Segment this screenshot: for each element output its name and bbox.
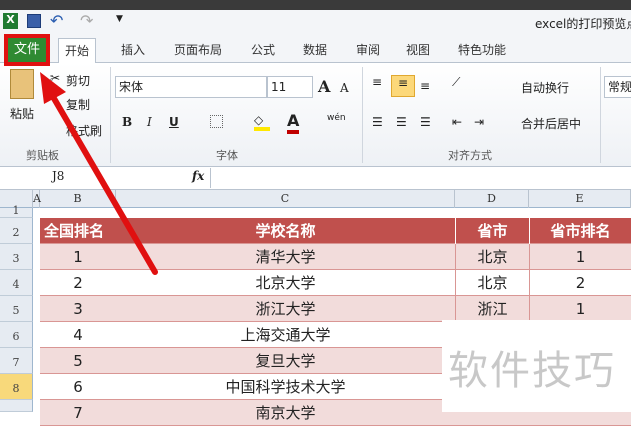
title-bar: X ↶ ↷ ▼ excel的打印预览点 — [0, 10, 631, 34]
font-color-button[interactable]: A — [287, 111, 300, 134]
clipboard-group-label: 剪贴板 — [26, 149, 59, 162]
cell-school[interactable]: 上海交通大学 — [116, 322, 455, 348]
cell-school[interactable]: 复旦大学 — [116, 348, 455, 374]
header-national-rank: 全国排名 — [44, 222, 105, 240]
increase-indent-icon[interactable]: ⇥ — [474, 115, 484, 129]
tab-page-layout[interactable]: 页面布局 — [168, 38, 228, 63]
ribbon: 粘贴 ✂ 剪切 复制 格式刷 剪贴板 宋体 11 A A B I U ◇ A w… — [0, 63, 631, 167]
column-headers: A B C D E — [0, 190, 631, 208]
customize-toolbar-icon[interactable]: ▼ — [116, 14, 123, 24]
phonetic-button[interactable]: wén — [327, 113, 346, 123]
alignment-group-label: 对齐方式 — [448, 149, 492, 162]
table-row[interactable]: 1 清华大学 北京 1 — [40, 244, 631, 270]
border-icon[interactable] — [210, 115, 223, 128]
tab-home[interactable]: 开始 — [58, 38, 97, 63]
font-group-label: 字体 — [216, 149, 238, 162]
font-size-select[interactable]: 11 — [267, 76, 313, 98]
shrink-font-button[interactable]: A — [340, 81, 349, 95]
cell-province-rank[interactable]: 1 — [529, 244, 631, 270]
header-school-name: 学校名称 — [255, 222, 316, 240]
tab-insert[interactable]: 插入 — [115, 38, 151, 63]
paste-icon[interactable] — [10, 69, 34, 99]
cut-icon[interactable]: ✂ — [50, 71, 60, 85]
fill-color-icon[interactable]: ◇ — [254, 113, 270, 131]
column-header-c[interactable]: C — [116, 190, 455, 208]
column-header-b[interactable]: B — [40, 190, 116, 208]
cell-rank[interactable]: 1 — [40, 244, 116, 270]
cell-school[interactable]: 南京大学 — [116, 400, 455, 426]
cell-school[interactable]: 清华大学 — [116, 244, 455, 270]
wrap-text-button[interactable]: 自动换行 — [505, 79, 569, 96]
align-middle-icon[interactable]: ≡ — [391, 75, 415, 97]
cell-rank[interactable]: 3 — [40, 296, 116, 322]
align-center-icon[interactable]: ☰ — [396, 115, 407, 129]
align-top-icon[interactable]: ≡ — [372, 75, 382, 89]
font-name-select[interactable]: 宋体 — [115, 76, 267, 98]
watermark-text: 软件技巧 — [448, 348, 616, 394]
cell-rank[interactable]: 2 — [40, 270, 116, 296]
orientation-icon[interactable]: ⟋ — [452, 75, 460, 90]
merge-center-button[interactable]: 合并后居中 — [505, 115, 581, 132]
cell-rank[interactable]: 7 — [40, 400, 116, 426]
row-header[interactable]: 4 — [0, 270, 33, 296]
table-header-row: 全国排名 学校名称 省市 省市排名 — [40, 218, 631, 244]
grow-font-button[interactable]: A — [318, 77, 330, 96]
cell-province-rank[interactable]: 2 — [529, 270, 631, 296]
cell-province-rank[interactable]: 1 — [529, 296, 631, 322]
file-tab[interactable]: 文件 — [4, 34, 50, 66]
cut-button[interactable]: 剪切 — [66, 72, 90, 89]
row-header-selected[interactable]: 8 — [0, 374, 33, 400]
underline-button[interactable]: U — [169, 115, 179, 129]
cell-province[interactable]: 北京 — [455, 244, 529, 270]
row-header[interactable] — [0, 400, 33, 412]
name-box[interactable]: J8 — [0, 169, 140, 187]
header-province-rank: 省市排名 — [529, 218, 631, 244]
cell-school[interactable]: 中国科学技术大学 — [116, 374, 455, 400]
tab-special[interactable]: 特色功能 — [452, 38, 512, 63]
top-strip — [0, 0, 631, 10]
ribbon-tabs: 开始 插入 页面布局 公式 数据 审阅 视图 特色功能 — [0, 34, 631, 63]
cell-province[interactable]: 北京 — [455, 270, 529, 296]
row-header[interactable]: 1 — [0, 205, 33, 218]
save-icon[interactable] — [27, 14, 41, 28]
paste-button[interactable]: 粘贴 — [10, 105, 34, 122]
bold-button[interactable]: B — [122, 115, 132, 129]
column-header-d[interactable]: D — [455, 190, 529, 208]
format-painter-button[interactable]: 格式刷 — [66, 122, 102, 139]
row-header[interactable]: 3 — [0, 244, 33, 270]
align-right-icon[interactable]: ☰ — [420, 115, 431, 129]
cell-rank[interactable]: 5 — [40, 348, 116, 374]
excel-icon: X — [3, 13, 18, 29]
tab-data[interactable]: 数据 — [297, 38, 333, 63]
cell-province[interactable]: 浙江 — [455, 296, 529, 322]
row-header[interactable]: 7 — [0, 348, 33, 374]
header-province: 省市 — [455, 218, 529, 244]
table-row[interactable]: 2 北京大学 北京 2 — [40, 270, 631, 296]
column-header-e[interactable]: E — [529, 190, 631, 208]
cell-rank[interactable]: 6 — [40, 374, 116, 400]
fx-icon[interactable]: fx — [192, 169, 204, 183]
align-bottom-icon[interactable]: ≡ — [420, 79, 430, 93]
copy-button[interactable]: 复制 — [66, 96, 90, 113]
cell-school[interactable]: 浙江大学 — [116, 296, 455, 322]
align-left-icon[interactable]: ☰ — [372, 115, 383, 129]
tab-formulas[interactable]: 公式 — [245, 38, 281, 63]
decrease-indent-icon[interactable]: ⇤ — [452, 115, 462, 129]
window-title: excel的打印预览点 — [535, 17, 631, 31]
tab-review[interactable]: 审阅 — [350, 38, 386, 63]
redo-icon[interactable]: ↷ — [80, 11, 93, 30]
row-header[interactable]: 6 — [0, 322, 33, 348]
undo-icon[interactable]: ↶ — [50, 11, 63, 30]
formula-input[interactable] — [210, 168, 631, 188]
number-format-select[interactable]: 常规 — [604, 76, 631, 98]
cell-rank[interactable]: 4 — [40, 322, 116, 348]
row-header[interactable]: 5 — [0, 296, 33, 322]
formula-bar: J8 fx — [0, 167, 631, 190]
tab-view[interactable]: 视图 — [400, 38, 436, 63]
table-row[interactable]: 3 浙江大学 浙江 1 — [40, 296, 631, 322]
row-header[interactable]: 2 — [0, 218, 33, 244]
cell-school[interactable]: 北京大学 — [116, 270, 455, 296]
column-header-a[interactable]: A — [33, 190, 41, 208]
italic-button[interactable]: I — [147, 115, 152, 129]
